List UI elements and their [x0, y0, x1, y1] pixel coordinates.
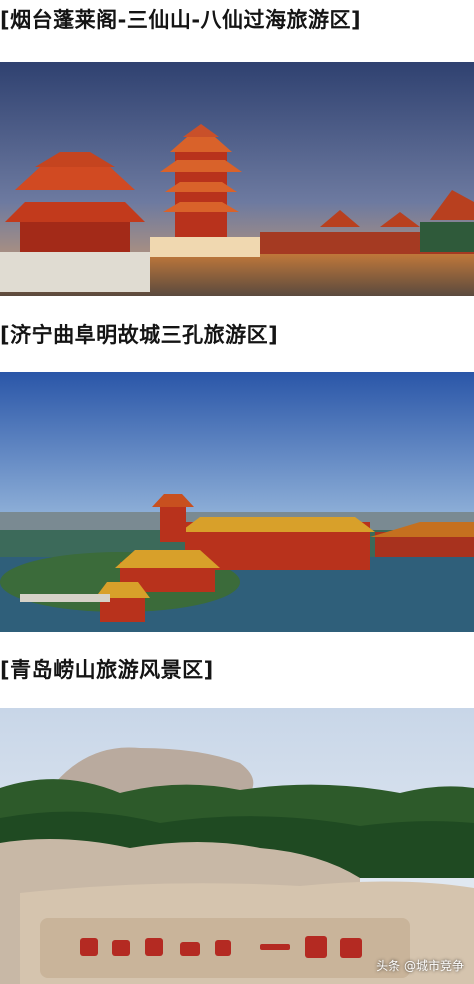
watermark: 头条 @城市竞争 [376, 959, 464, 973]
laoshan-mountain-photo: 头条 @城市竞争 [0, 708, 474, 984]
section-heading-qufu: [济宁曲阜明故城三孔旅游区] [0, 323, 279, 347]
section-heading-penglai: [烟台蓬莱阁-三仙山-八仙过海旅游区] [0, 8, 362, 32]
penglai-pavilion-photo [0, 62, 474, 296]
section-heading-laoshan: [青岛崂山旅游风景区] [0, 658, 214, 682]
qufu-temple-photo [0, 372, 474, 632]
